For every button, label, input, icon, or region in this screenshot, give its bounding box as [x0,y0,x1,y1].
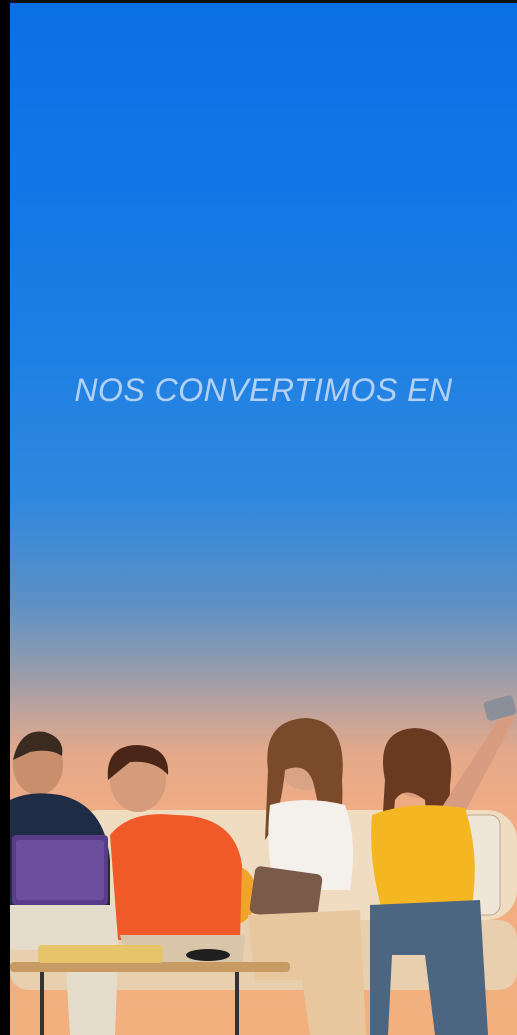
left-edge [0,0,10,1035]
laptop-screen [16,840,104,900]
splash-screen: NOS CONVERTIMOS EN [0,0,517,1035]
top-edge [0,0,517,3]
boy-body [110,814,242,940]
table-leg-right [235,972,239,1035]
tray [38,945,163,963]
bowl [186,949,230,961]
family-photo [10,690,517,1035]
headline-text: NOS CONVERTIMOS EN [74,372,453,408]
table-leg-left [40,972,44,1035]
coffee-table [10,962,290,972]
mother-legs [248,910,366,1035]
girl-top [371,805,475,910]
girl-legs [370,900,488,1035]
